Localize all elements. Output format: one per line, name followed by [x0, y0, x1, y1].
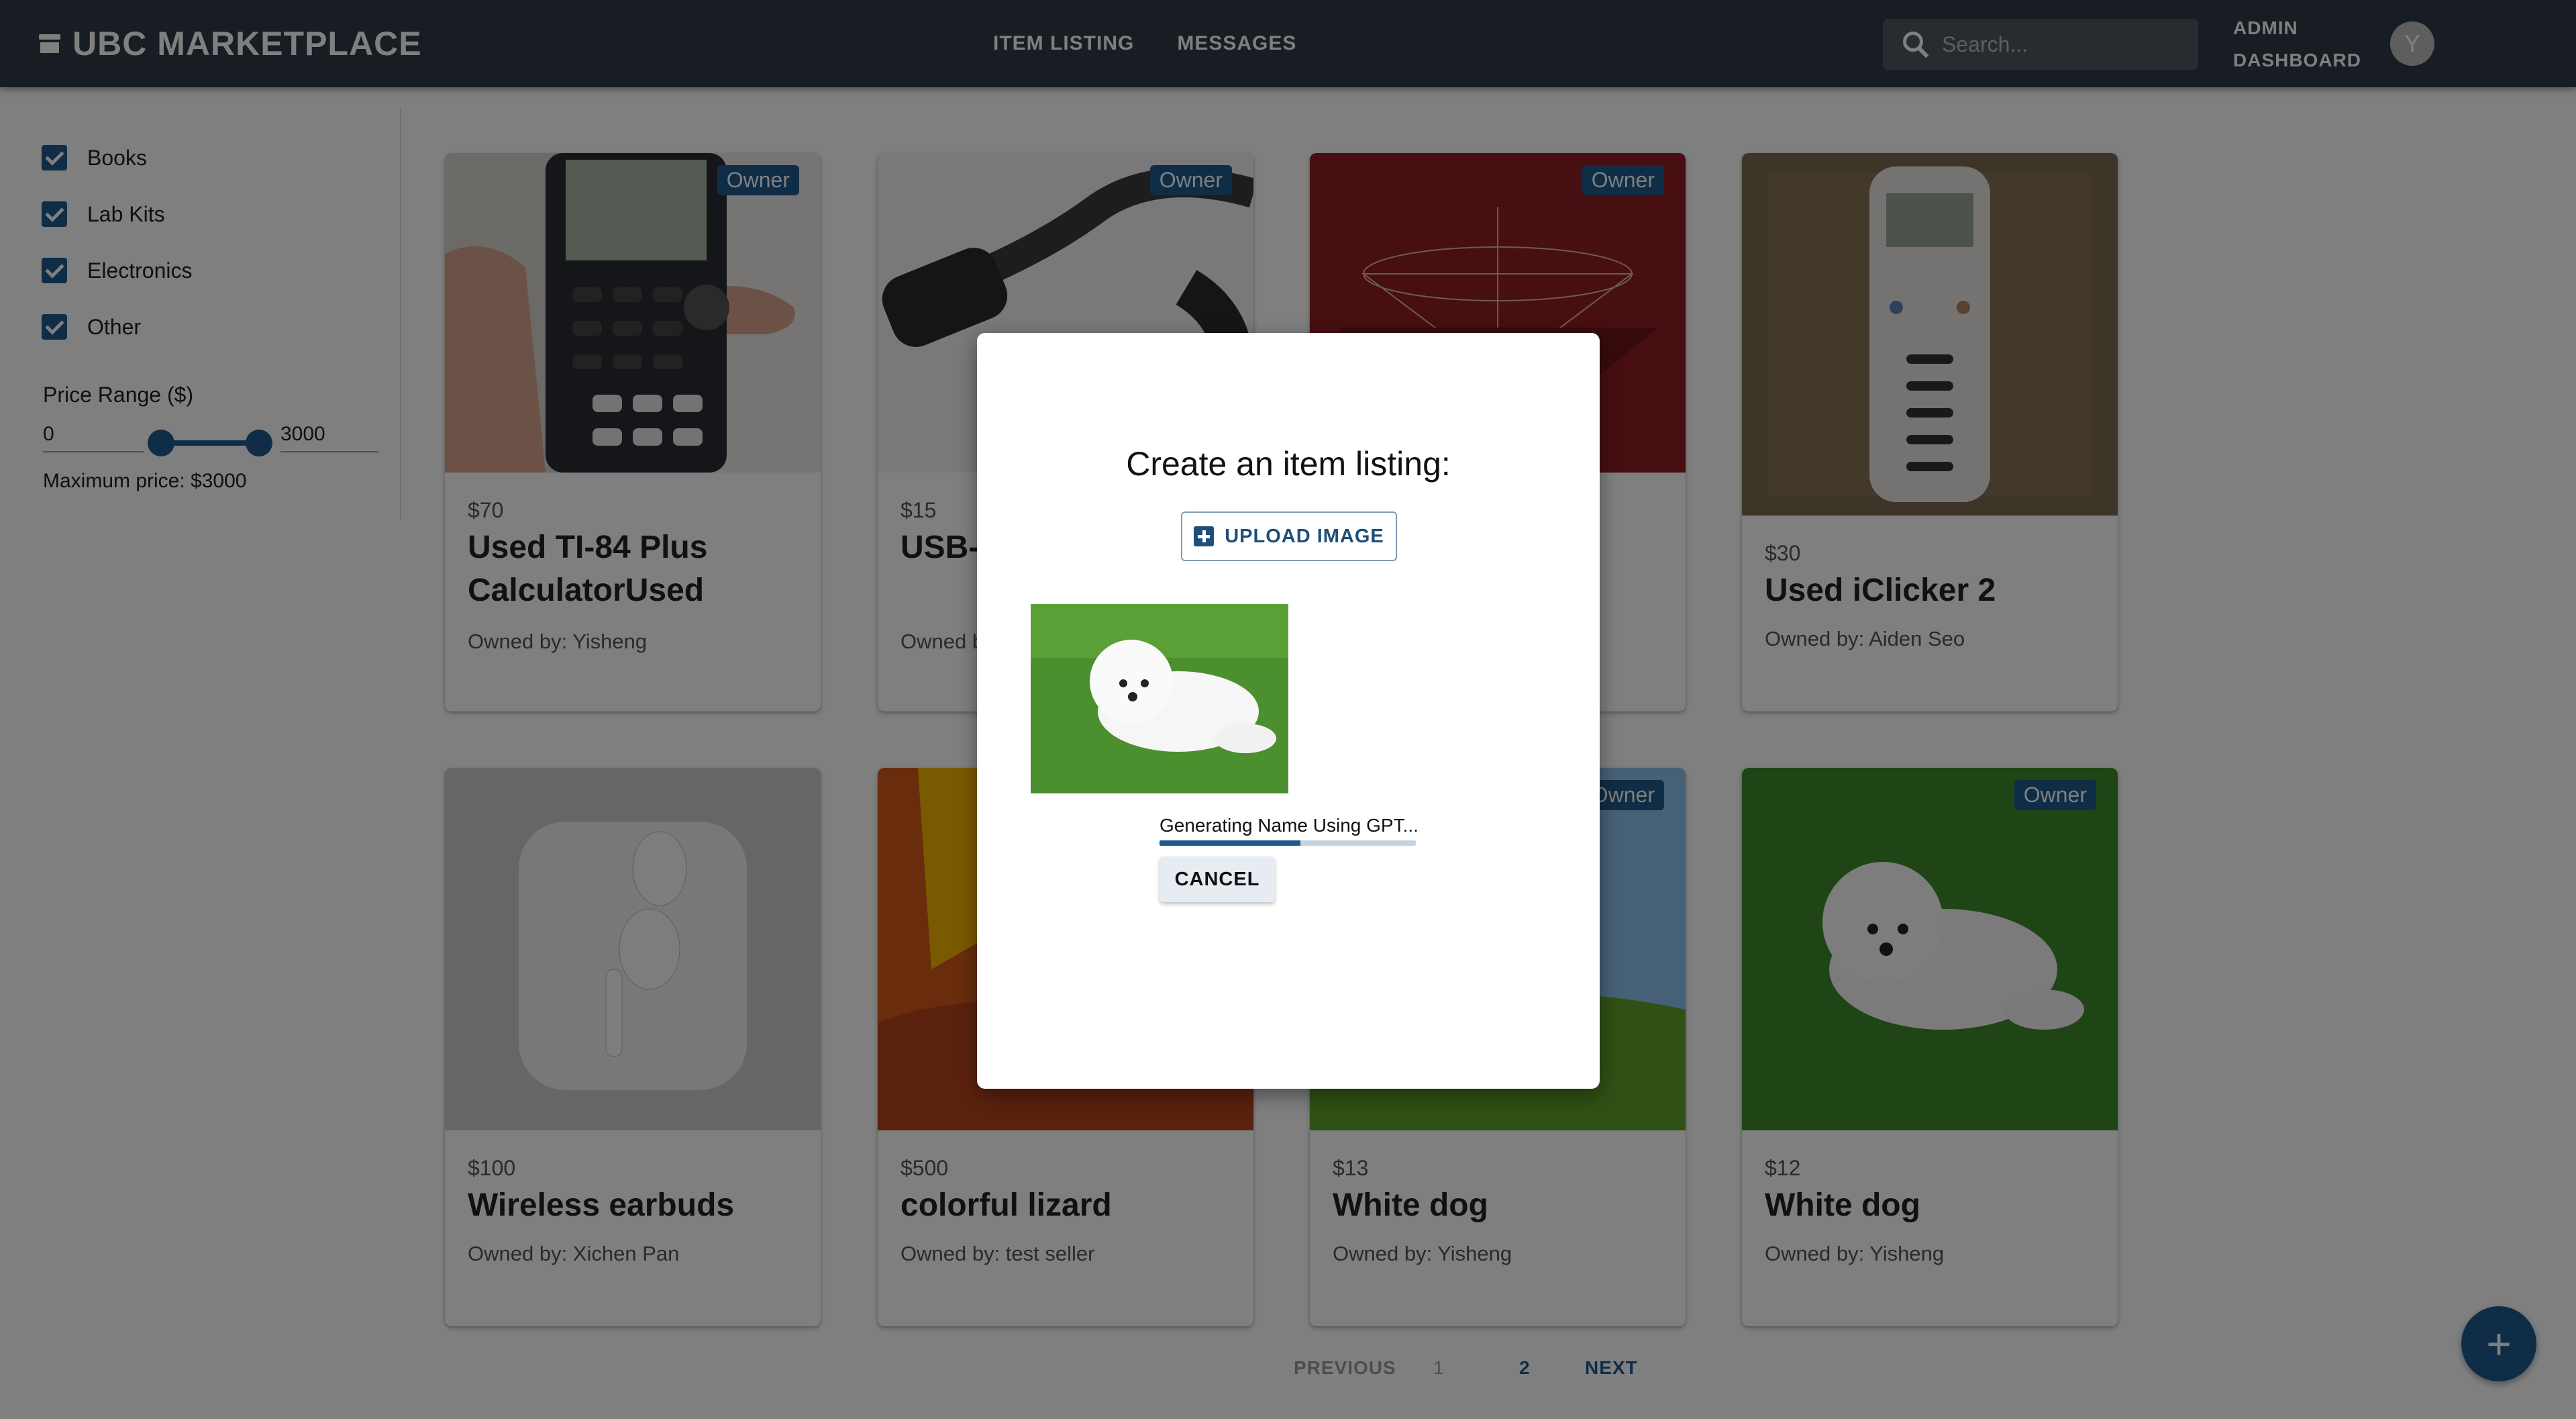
generation-status: Generating Name Using GPT...	[1160, 815, 1419, 836]
cancel-button[interactable]: CANCEL	[1160, 857, 1275, 902]
upload-image-button[interactable]: UPLOAD IMAGE	[1181, 511, 1397, 561]
dialog-title: Create an item listing:	[1126, 445, 1451, 483]
upload-label: UPLOAD IMAGE	[1225, 525, 1384, 547]
progress-fill	[1160, 840, 1301, 846]
uploaded-image-preview	[1031, 604, 1288, 793]
add-photo-icon	[1194, 526, 1215, 546]
create-listing-dialog: Create an item listing: UPLOAD IMAGE Gen…	[977, 333, 1600, 1089]
progress-bar	[1160, 840, 1416, 846]
